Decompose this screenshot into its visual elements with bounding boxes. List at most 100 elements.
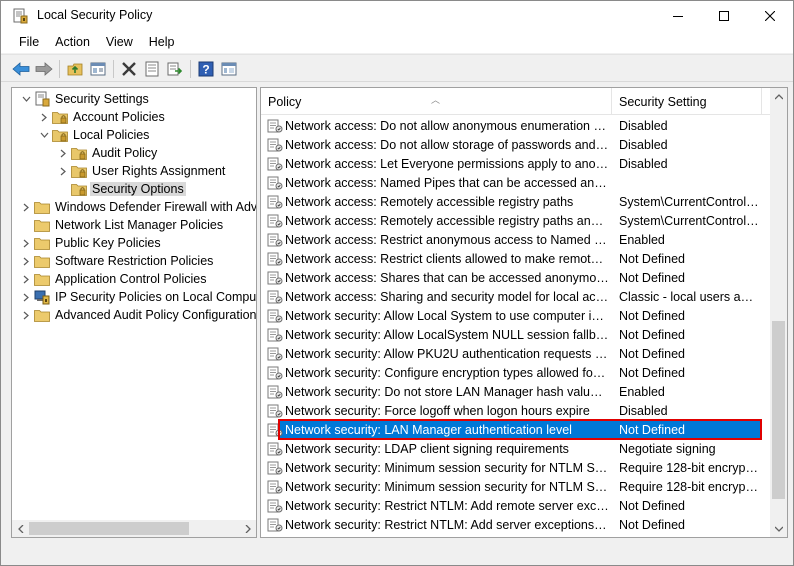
folder-icon <box>34 235 50 251</box>
tree-item-local-policies[interactable]: Local Policies <box>38 126 151 144</box>
policy-folder-icon <box>71 181 87 197</box>
policy-row[interactable]: Network access: Restrict anonymous acces… <box>261 230 770 249</box>
menu-file[interactable]: File <box>11 32 47 52</box>
tree-expander-spacer <box>20 219 32 231</box>
console-tree-pane: Security Settings Account Policies Local P… <box>11 87 257 538</box>
security-setting-value: Enabled <box>619 232 665 247</box>
policy-name: Network access: Do not allow anonymous e… <box>285 118 609 133</box>
tree-item-windows-defender-firewall-with-adva[interactable]: Windows Defender Firewall with Adva <box>20 198 257 216</box>
tree-item-audit-policy[interactable]: Audit Policy <box>57 144 159 162</box>
collapse-chevron-icon[interactable] <box>38 129 50 141</box>
tree-expander-spacer <box>57 183 69 195</box>
tree-item-account-policies[interactable]: Account Policies <box>38 108 167 126</box>
expand-chevron-icon[interactable] <box>38 111 50 123</box>
expand-chevron-icon[interactable] <box>20 309 32 321</box>
close-button[interactable] <box>747 1 793 31</box>
forward-arrow-icon <box>35 62 53 76</box>
list-vertical-scrollbar[interactable] <box>770 88 787 537</box>
policy-name: Network security: Minimum session securi… <box>285 460 609 475</box>
menu-help[interactable]: Help <box>141 32 183 52</box>
expand-chevron-icon[interactable] <box>20 291 32 303</box>
menu-action[interactable]: Action <box>47 32 98 52</box>
scroll-down-icon[interactable] <box>770 520 787 537</box>
tree-item-public-key-policies[interactable]: Public Key Policies <box>20 234 163 252</box>
help-button[interactable]: ? <box>196 59 216 79</box>
column-header-security-setting[interactable]: Security Setting <box>612 88 762 115</box>
policy-setting-icon <box>267 365 283 381</box>
expand-chevron-icon[interactable] <box>57 165 69 177</box>
properties-icon <box>145 61 159 77</box>
properties-button[interactable] <box>142 59 162 79</box>
tree-item-security-options[interactable]: Security Options <box>57 180 186 198</box>
expand-chevron-icon[interactable] <box>57 147 69 159</box>
policy-row[interactable]: Network access: Named Pipes that can be … <box>261 173 770 192</box>
minimize-button[interactable] <box>655 1 701 31</box>
maximize-button[interactable] <box>701 1 747 31</box>
policy-row[interactable]: Network security: Do not store LAN Manag… <box>261 382 770 401</box>
policy-list: Network access: Do not allow anonymous e… <box>261 115 770 537</box>
policy-row[interactable]: Network security: Minimum session securi… <box>261 477 770 496</box>
policy-setting-icon <box>267 517 283 533</box>
delete-button[interactable] <box>119 59 139 79</box>
scroll-up-icon[interactable] <box>770 88 787 105</box>
tree-item-label: Software Restriction Policies <box>55 254 214 268</box>
menu-bar: File Action View Help <box>1 31 793 53</box>
policy-row[interactable]: Network security: Restrict NTLM: Add rem… <box>261 496 770 515</box>
policy-name: Network access: Named Pipes that can be … <box>285 175 609 190</box>
policy-row[interactable]: Network security: Force logoff when logo… <box>261 401 770 420</box>
tree-item-user-rights-assignment[interactable]: User Rights Assignment <box>57 162 227 180</box>
policy-row[interactable]: Network access: Do not allow storage of … <box>261 135 770 154</box>
policy-row[interactable]: Network security: Allow PKU2U authentica… <box>261 344 770 363</box>
menu-view[interactable]: View <box>98 32 141 52</box>
policy-setting-icon <box>267 327 283 343</box>
forward-button[interactable] <box>34 59 54 79</box>
back-arrow-icon <box>12 62 30 76</box>
tree-item-ip-security-policies-on-local-compute[interactable]: IP Security Policies on Local Compute <box>20 288 256 306</box>
security-settings-icon <box>34 91 50 107</box>
expand-chevron-icon[interactable] <box>20 273 32 285</box>
folder-icon <box>34 307 50 323</box>
policy-folder-icon <box>52 109 68 125</box>
tree-item-security-settings[interactable]: Security Settings <box>20 90 151 108</box>
scroll-right-icon[interactable] <box>239 520 256 537</box>
policy-row[interactable]: Network access: Remotely accessible regi… <box>261 211 770 230</box>
policy-row[interactable]: Network security: LDAP client signing re… <box>261 439 770 458</box>
up-one-level-button[interactable] <box>65 59 85 79</box>
tree-item-software-restriction-policies[interactable]: Software Restriction Policies <box>20 252 215 270</box>
policy-row[interactable]: Network security: Allow LocalSystem NULL… <box>261 325 770 344</box>
list-scroll-thumb[interactable] <box>772 321 785 499</box>
folder-icon <box>34 217 50 233</box>
policy-row[interactable]: Network access: Do not allow anonymous e… <box>261 116 770 135</box>
tree-item-label: Audit Policy <box>92 146 158 160</box>
column-header-policy[interactable]: Policy ︿ <box>261 88 612 115</box>
tree-item-advanced-audit-policy-configuration[interactable]: Advanced Audit Policy Configuration <box>20 306 256 324</box>
policy-row-selected[interactable]: Network security: LAN Manager authentica… <box>267 420 760 439</box>
policy-setting-icon <box>267 422 283 438</box>
back-button[interactable] <box>11 59 31 79</box>
view-button[interactable] <box>219 59 239 79</box>
security-setting-value: Not Defined <box>619 498 686 513</box>
tree-scroll-thumb[interactable] <box>29 522 189 535</box>
policy-folder-icon <box>71 145 87 161</box>
policy-row[interactable]: Network security: Configure encryption t… <box>261 363 770 382</box>
expand-chevron-icon[interactable] <box>20 237 32 249</box>
tree-item-label: Windows Defender Firewall with Adva <box>55 200 257 214</box>
export-list-button[interactable] <box>165 59 185 79</box>
expand-chevron-icon[interactable] <box>20 201 32 213</box>
policy-row[interactable]: Network access: Shares that can be acces… <box>261 268 770 287</box>
tree-horizontal-scrollbar[interactable] <box>12 520 256 537</box>
expand-chevron-icon[interactable] <box>20 255 32 267</box>
policy-row[interactable]: Network access: Sharing and security mod… <box>261 287 770 306</box>
collapse-chevron-icon[interactable] <box>20 93 32 105</box>
scroll-left-icon[interactable] <box>12 520 29 537</box>
policy-row[interactable]: Network security: Restrict NTLM: Add ser… <box>261 515 770 534</box>
tree-item-label: User Rights Assignment <box>92 164 226 178</box>
policy-row[interactable]: Network security: Allow Local System to … <box>261 306 770 325</box>
policy-row[interactable]: Network security: Minimum session securi… <box>261 458 770 477</box>
show-hide-tree-button[interactable] <box>88 59 108 79</box>
tree-item-network-list-manager-policies[interactable]: Network List Manager Policies <box>20 216 225 234</box>
policy-row[interactable]: Network access: Remotely accessible regi… <box>261 192 770 211</box>
policy-row[interactable]: Network access: Let Everyone permissions… <box>261 154 770 173</box>
tree-item-application-control-policies[interactable]: Application Control Policies <box>20 270 208 288</box>
policy-row[interactable]: Network access: Restrict clients allowed… <box>261 249 770 268</box>
